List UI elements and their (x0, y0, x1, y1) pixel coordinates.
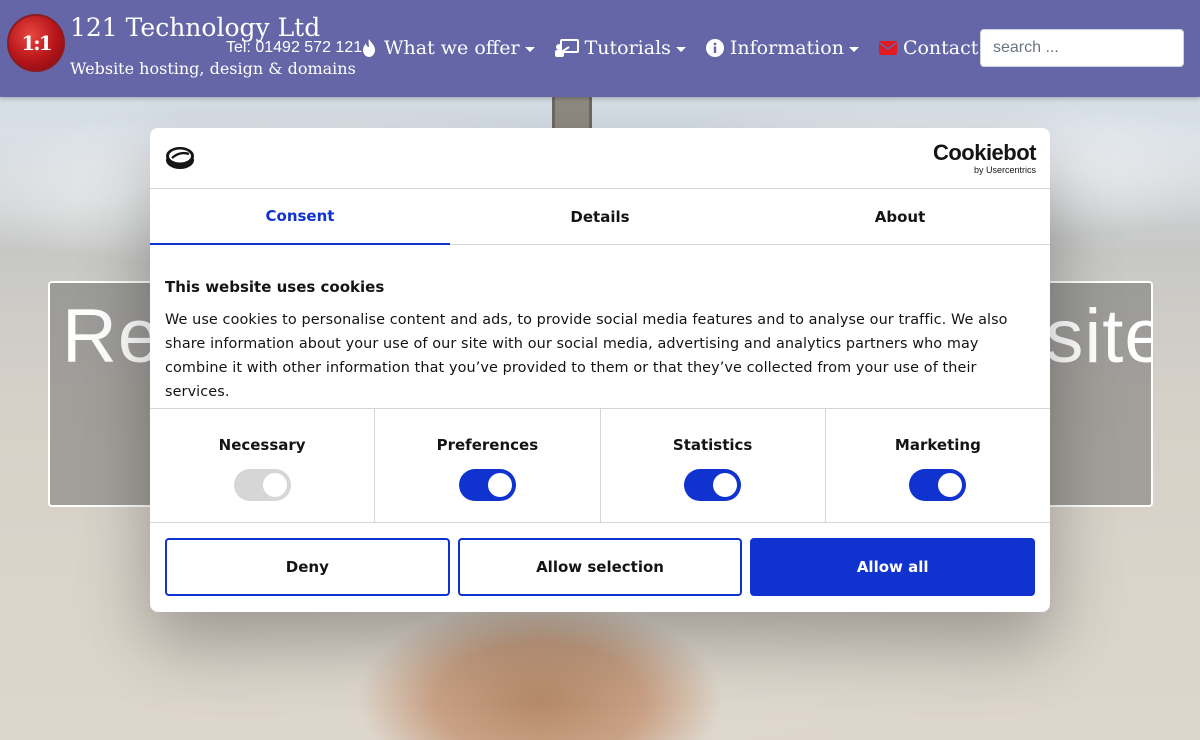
nav-item-what-we-offer[interactable]: What we offer (360, 37, 535, 59)
dialog-title: This website uses cookies (165, 278, 385, 296)
nav-label: Information (729, 37, 844, 59)
category-necessary: Necessary (150, 409, 376, 522)
chevron-down-icon (848, 46, 859, 52)
logo-mark: 1:1 (21, 31, 52, 55)
dialog-header: Cookiebot by Usercentrics (150, 128, 1050, 189)
tab-details[interactable]: Details (450, 189, 750, 244)
hero-heading-left: Re (62, 294, 162, 379)
statistics-toggle[interactable] (684, 469, 742, 501)
cookiebot-brand: Cookiebot (932, 140, 1037, 165)
chevron-down-icon (524, 46, 535, 52)
cookie-consent-dialog: Cookiebot by Usercentrics Consent Detail… (150, 128, 1050, 612)
nav-item-information[interactable]: Information (705, 37, 859, 59)
main-nav: What we offer Tutorials Information Cont… (360, 34, 978, 62)
category-label: Necessary (218, 436, 306, 454)
fire-icon (360, 39, 378, 57)
nav-item-tutorials[interactable]: Tutorials (554, 37, 686, 59)
allow-all-button[interactable]: Allow all (750, 538, 1036, 596)
dialog-body: This website uses cookies We use cookies… (150, 245, 1050, 409)
nav-label: Contact (902, 37, 979, 59)
chevron-down-icon (675, 46, 686, 52)
nav-label: What we offer (384, 37, 520, 59)
brand-tagline: Website hosting, design & domains (70, 59, 356, 78)
toggle-knob (713, 473, 738, 497)
search-input[interactable] (980, 29, 1184, 67)
nav-label: Tutorials (584, 37, 671, 59)
cookiebot-brand-sub: by Usercentrics (973, 165, 1036, 175)
dialog-description: We use cookies to personalise content an… (165, 312, 1008, 400)
category-label: Marketing (894, 436, 981, 454)
envelope-icon (878, 39, 897, 57)
brand-name[interactable]: 121 Technology Ltd (70, 13, 320, 42)
toggle-knob (938, 473, 963, 497)
dialog-tabs: Consent Details About (150, 189, 1050, 245)
necessary-toggle (233, 469, 291, 501)
phone-number[interactable]: Tel: 01492 572 121 (226, 39, 362, 57)
site-logo[interactable]: 1:1 (7, 14, 65, 72)
cookie-icon (165, 146, 195, 174)
category-marketing: Marketing (826, 409, 1050, 522)
category-statistics: Statistics (601, 409, 826, 522)
category-preferences: Preferences (375, 409, 601, 522)
allow-selection-button[interactable]: Allow selection (457, 538, 743, 596)
presentation-icon (554, 39, 579, 57)
info-icon (705, 39, 724, 57)
cookiebot-logo[interactable]: Cookiebot by Usercentrics (932, 140, 1037, 176)
tab-about[interactable]: About (750, 189, 1050, 244)
dialog-actions: Deny Allow selection Allow all (150, 523, 1050, 611)
toggle-knob (262, 473, 287, 497)
deny-button[interactable]: Deny (165, 538, 450, 596)
hero-post-image (552, 97, 592, 129)
category-label: Preferences (436, 436, 539, 454)
category-label: Statistics (672, 436, 753, 454)
toggle-knob (487, 473, 512, 497)
consent-categories: Necessary Preferences Statistics Marketi… (150, 409, 1050, 523)
marketing-toggle[interactable] (909, 469, 967, 501)
tab-consent[interactable]: Consent (150, 189, 450, 245)
hero-heading-right: site (1045, 294, 1151, 379)
nav-item-contact[interactable]: Contact (878, 37, 979, 59)
preferences-toggle[interactable] (458, 469, 516, 501)
site-header: 1:1 121 Technology Ltd Website hosting, … (0, 0, 1200, 97)
